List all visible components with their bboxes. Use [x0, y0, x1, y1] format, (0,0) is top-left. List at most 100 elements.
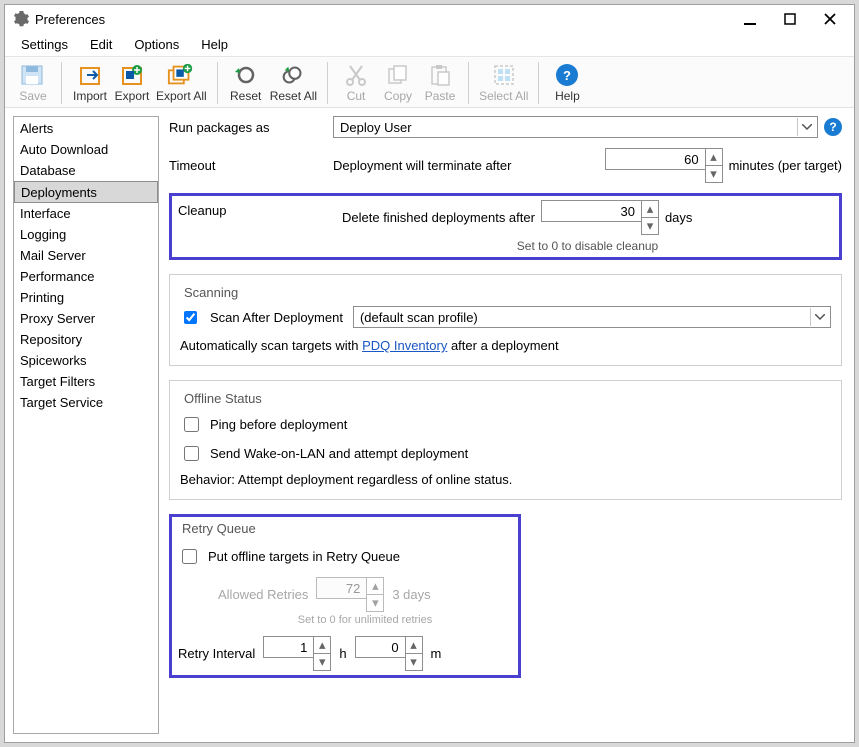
resetall-icon	[279, 63, 307, 87]
maximize-button[interactable]	[770, 7, 810, 31]
help-icon: ?	[553, 63, 581, 87]
wol-label: Send Wake-on-LAN and attempt deployment	[210, 446, 468, 461]
export-button[interactable]: Export	[112, 61, 152, 105]
scan-after-checkbox[interactable]	[184, 311, 197, 324]
toolbar: Save Import Export Export All Reset	[5, 57, 854, 108]
timeout-suffix: minutes (per target)	[729, 158, 842, 173]
spinner-down-icon[interactable]: ▾	[406, 654, 422, 670]
sidebar-item-deployments[interactable]: Deployments	[14, 181, 158, 203]
cleanup-text: Delete finished deployments after	[342, 210, 535, 225]
paste-icon	[426, 63, 454, 87]
sidebar-item-auto-download[interactable]: Auto Download	[14, 139, 158, 160]
context-help-icon[interactable]: ?	[824, 118, 842, 136]
scan-after-label: Scan After Deployment	[210, 310, 343, 325]
retry-group: Retry Queue Put offline targets in Retry…	[169, 514, 521, 678]
exportall-button[interactable]: Export All	[154, 61, 209, 105]
sidebar-item-logging[interactable]: Logging	[14, 224, 158, 245]
sidebar-item-repository[interactable]: Repository	[14, 329, 158, 350]
menu-options[interactable]: Options	[124, 34, 189, 55]
minimize-button[interactable]	[730, 7, 770, 31]
run-as-label: Run packages as	[169, 120, 333, 135]
offline-group: Offline Status Ping before deployment Se…	[169, 380, 842, 500]
spinner-up-icon[interactable]: ▴	[706, 149, 722, 166]
spinner-down-icon: ▾	[367, 595, 383, 611]
cleanup-label: Cleanup	[178, 200, 342, 218]
sidebar-item-database[interactable]: Database	[14, 160, 158, 181]
retry-queue-checkbox[interactable]	[182, 549, 197, 564]
save-button: Save	[13, 61, 53, 105]
sidebar-item-target-service[interactable]: Target Service	[14, 392, 158, 413]
spinner-up-icon[interactable]: ▴	[314, 637, 330, 654]
preferences-window: Preferences Settings Edit Options Help S…	[4, 4, 855, 743]
exportall-icon	[167, 63, 195, 87]
menu-settings[interactable]: Settings	[11, 34, 78, 55]
timeout-spinner[interactable]: ▴▾	[605, 148, 723, 183]
reset-icon	[232, 63, 260, 87]
wol-checkbox[interactable]	[184, 446, 199, 461]
retry-hours-input[interactable]	[263, 636, 313, 658]
timeout-label: Timeout	[169, 158, 333, 173]
help-button[interactable]: ? Help	[547, 61, 587, 105]
scanning-group: Scanning Scan After Deployment (default …	[169, 274, 842, 366]
retry-minutes-input[interactable]	[355, 636, 405, 658]
sidebar-item-performance[interactable]: Performance	[14, 266, 158, 287]
retry-interval-label: Retry Interval	[178, 646, 255, 661]
spinner-down-icon[interactable]: ▾	[642, 218, 658, 234]
import-button[interactable]: Import	[70, 61, 110, 105]
sidebar-item-mail-server[interactable]: Mail Server	[14, 245, 158, 266]
minutes-label: m	[431, 646, 442, 661]
paste-button: Paste	[420, 61, 460, 105]
sidebar-item-printing[interactable]: Printing	[14, 287, 158, 308]
offline-behavior: Behavior: Attempt deployment regardless …	[180, 472, 831, 487]
cleanup-spinner[interactable]: ▴▾	[541, 200, 659, 235]
selectall-icon	[490, 63, 518, 87]
chevron-down-icon	[810, 308, 828, 326]
window-title: Preferences	[35, 12, 730, 27]
run-as-select[interactable]: Deploy User	[333, 116, 818, 138]
sidebar-item-proxy-server[interactable]: Proxy Server	[14, 308, 158, 329]
allowed-retries-suffix: 3 days	[392, 587, 430, 602]
offline-legend: Offline Status	[180, 391, 266, 406]
cleanup-hint: Set to 0 to disable cleanup	[342, 239, 833, 253]
sidebar-item-alerts[interactable]: Alerts	[14, 118, 158, 139]
spinner-up-icon[interactable]: ▴	[406, 637, 422, 654]
import-icon	[76, 63, 104, 87]
spinner-up-icon[interactable]: ▴	[642, 201, 658, 218]
retry-queue-label: Put offline targets in Retry Queue	[208, 549, 400, 564]
copy-button: Copy	[378, 61, 418, 105]
reset-button[interactable]: Reset	[226, 61, 266, 105]
spinner-down-icon[interactable]: ▾	[706, 166, 722, 182]
allowed-retries-input	[316, 577, 366, 599]
cleanup-suffix: days	[665, 210, 692, 225]
sidebar-item-interface[interactable]: Interface	[14, 203, 158, 224]
pdq-inventory-link[interactable]: PDQ Inventory	[362, 338, 447, 353]
spinner-down-icon[interactable]: ▾	[314, 654, 330, 670]
cleanup-input[interactable]	[541, 200, 641, 222]
copy-icon	[384, 63, 412, 87]
cut-button: Cut	[336, 61, 376, 105]
allowed-retries-hint: Set to 0 for unlimited retries	[218, 614, 512, 626]
scan-auto-text: Automatically scan targets with PDQ Inve…	[180, 338, 831, 353]
allowed-retries-label: Allowed Retries	[218, 587, 308, 602]
close-button[interactable]	[810, 7, 850, 31]
scanning-legend: Scanning	[180, 285, 242, 300]
ping-label: Ping before deployment	[210, 417, 347, 432]
resetall-button[interactable]: Reset All	[268, 61, 319, 105]
cut-icon	[342, 63, 370, 87]
retry-hours-spinner[interactable]: ▴▾	[263, 636, 331, 671]
ping-checkbox[interactable]	[184, 417, 199, 432]
hours-label: h	[339, 646, 346, 661]
timeout-input[interactable]	[605, 148, 705, 170]
allowed-retries-spinner: ▴▾	[316, 577, 384, 612]
sidebar-item-target-filters[interactable]: Target Filters	[14, 371, 158, 392]
sidebar-item-spiceworks[interactable]: Spiceworks	[14, 350, 158, 371]
svg-text:?: ?	[563, 68, 571, 83]
chevron-down-icon	[797, 118, 815, 136]
menubar: Settings Edit Options Help	[5, 33, 854, 57]
menu-help[interactable]: Help	[191, 34, 238, 55]
export-icon	[118, 63, 146, 87]
menu-edit[interactable]: Edit	[80, 34, 122, 55]
retry-minutes-spinner[interactable]: ▴▾	[355, 636, 423, 671]
selectall-button: Select All	[477, 61, 530, 105]
scan-profile-select[interactable]: (default scan profile)	[353, 306, 831, 328]
